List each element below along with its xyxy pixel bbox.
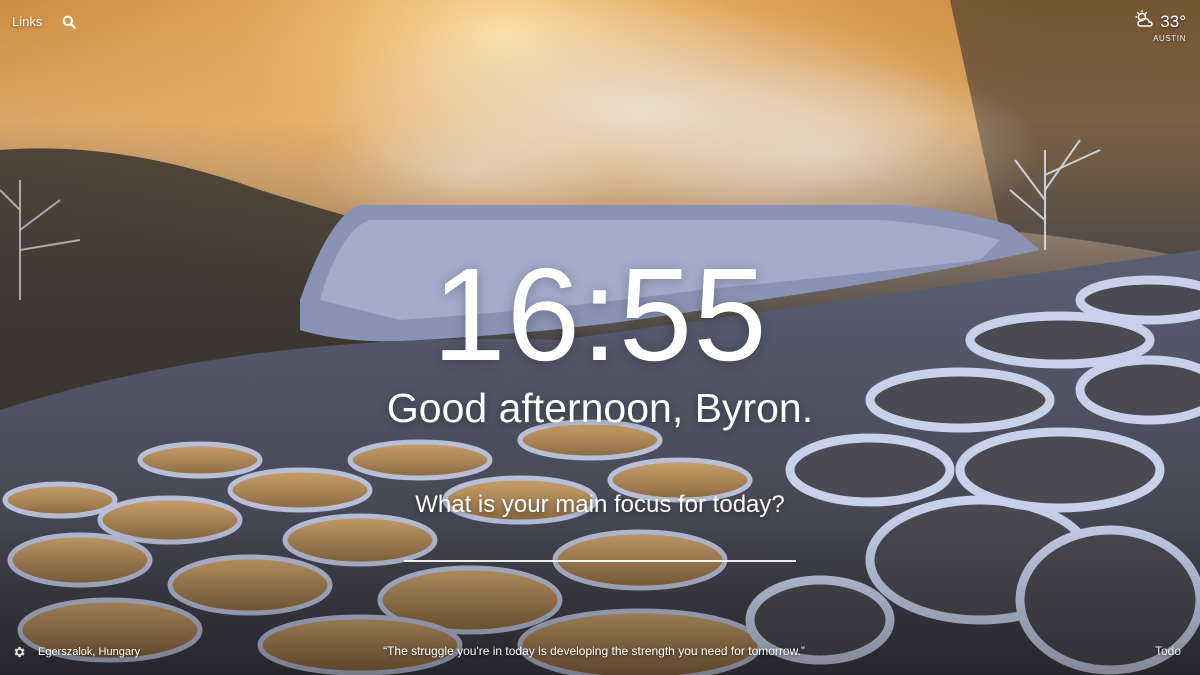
focus-input[interactable]	[404, 528, 796, 562]
focus-input-wrapper	[404, 528, 796, 562]
search-icon[interactable]	[62, 15, 77, 29]
weather-location: AUSTIN	[1153, 34, 1186, 43]
weather-temperature: 33°	[1160, 11, 1186, 31]
focus-question: What is your main focus for today?	[415, 491, 785, 518]
greeting-text: Good afternoon, Byron.	[386, 385, 814, 431]
weather-widget[interactable]: 33° AUSTIN	[1134, 10, 1186, 43]
clock-time: 16:55	[432, 241, 768, 388]
daily-quote: “The struggle you're in today is develop…	[383, 644, 805, 658]
partly-cloudy-icon	[1134, 10, 1156, 33]
links-button[interactable]: Links	[12, 14, 42, 29]
top-left-bar: Links	[12, 14, 77, 29]
todo-button[interactable]: Todo	[1155, 644, 1181, 658]
